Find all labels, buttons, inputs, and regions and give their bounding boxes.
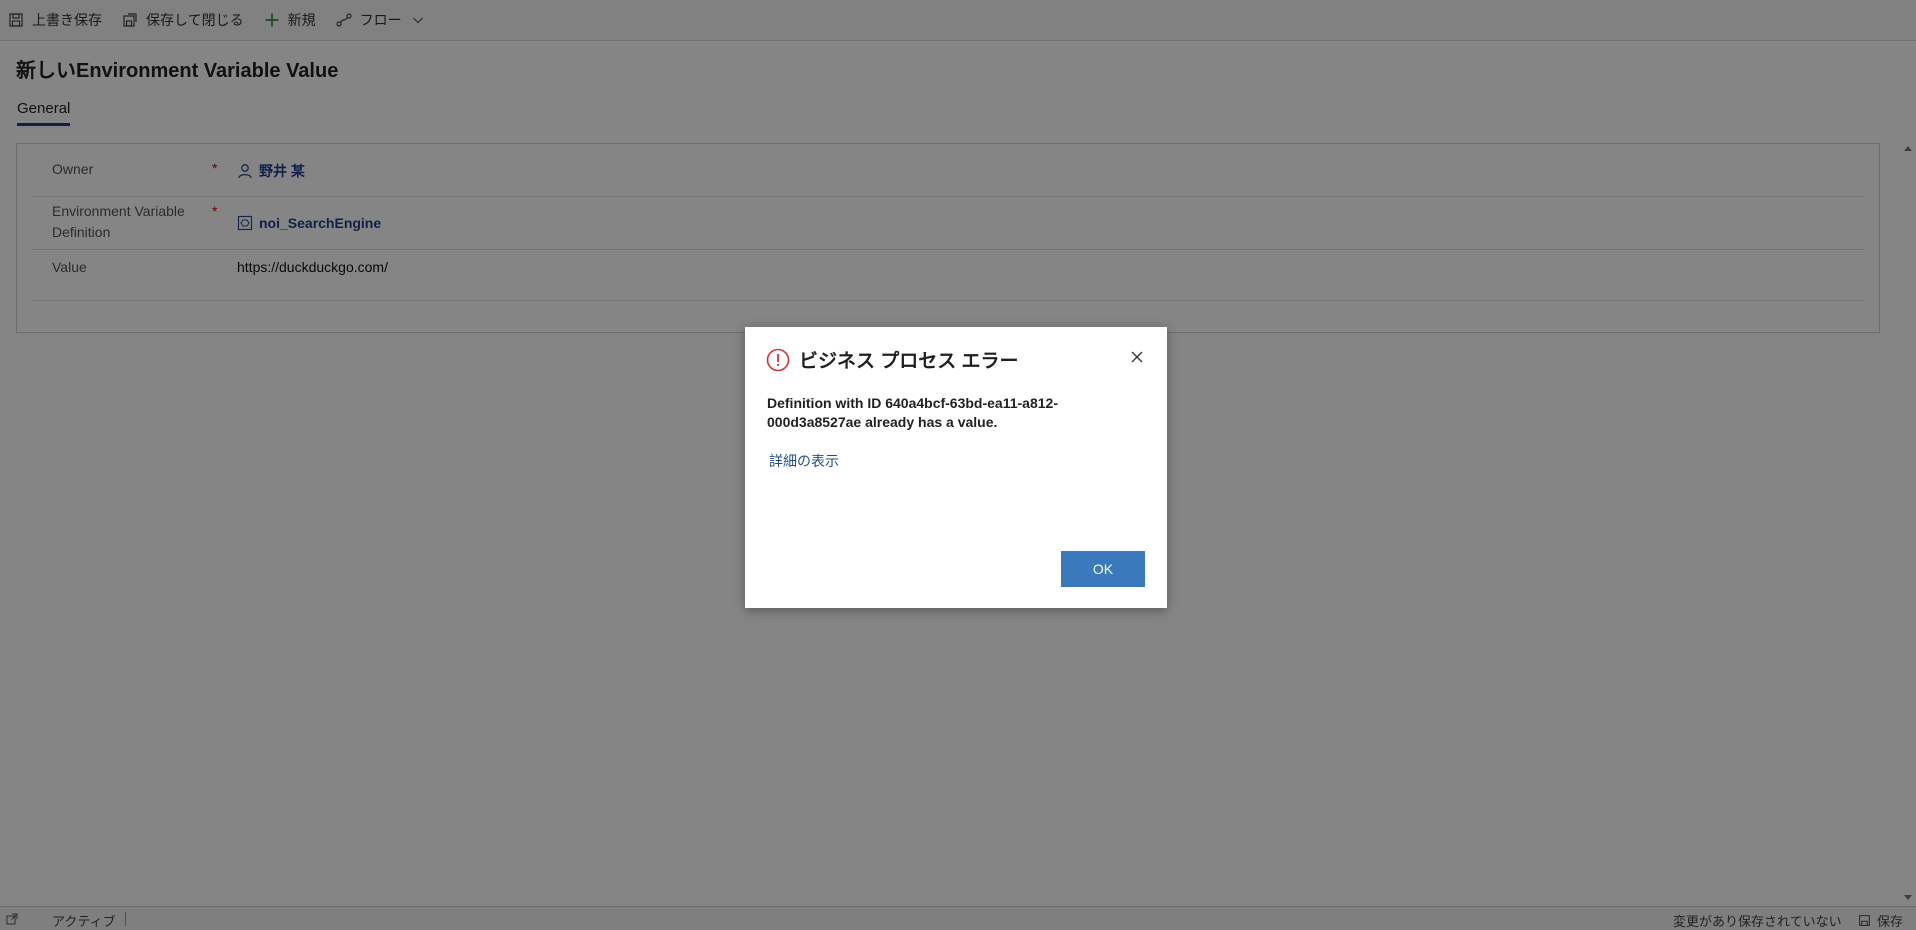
- show-details-link[interactable]: 詳細の表示: [769, 451, 839, 471]
- page-root: 上書き保存 保存して閉じる 新規 フロー 新しいEnvironment Vari…: [0, 0, 1916, 930]
- close-icon[interactable]: [1131, 351, 1143, 363]
- error-dialog: ビジネス プロセス エラー Definition with ID 640a4bc…: [745, 327, 1167, 608]
- dialog-title: ビジネス プロセス エラー: [799, 351, 1019, 372]
- error-icon: [766, 348, 790, 371]
- dialog-header: ビジネス プロセス エラー: [766, 346, 1019, 373]
- ok-button[interactable]: OK: [1061, 551, 1145, 587]
- dialog-message: Definition with ID 640a4bcf-63bd-ea11-a8…: [767, 395, 1058, 430]
